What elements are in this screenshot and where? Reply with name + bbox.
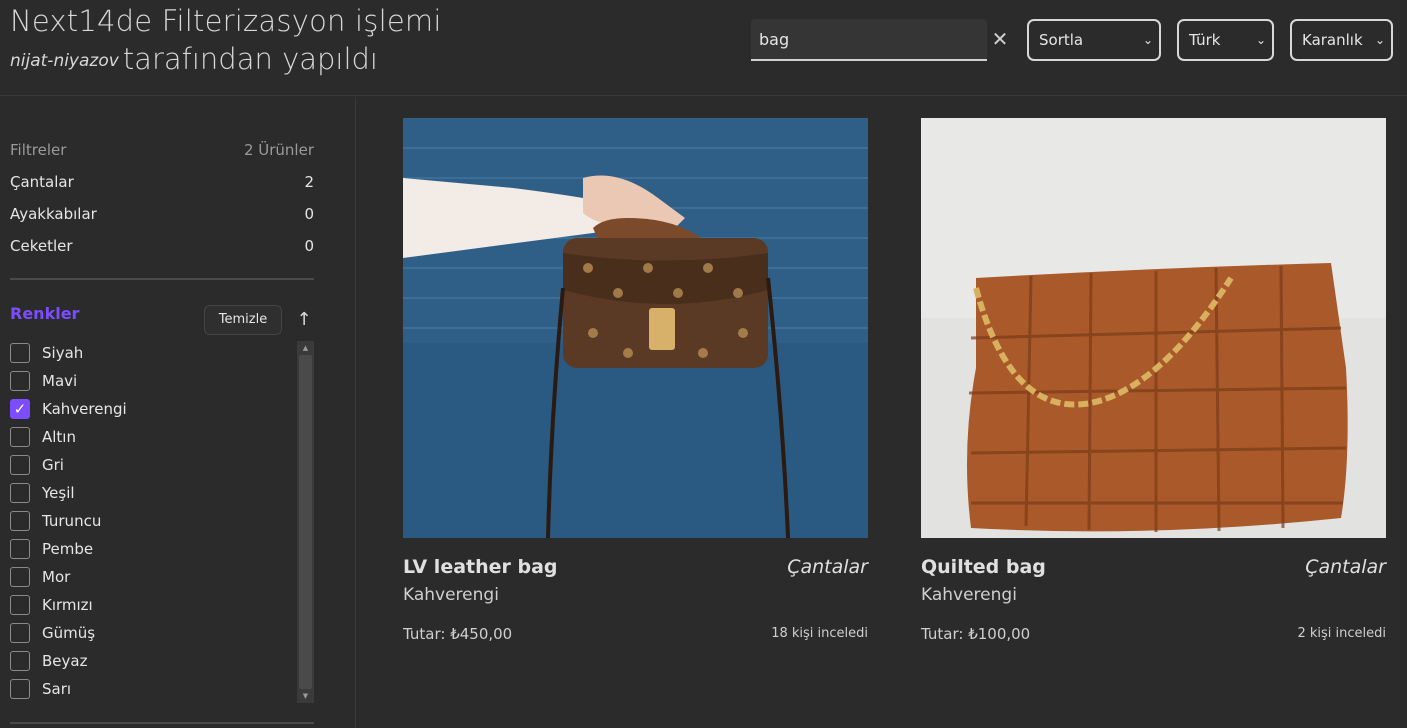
color-label: Yeşil bbox=[42, 484, 75, 502]
color-label: Turuncu bbox=[42, 512, 102, 530]
color-label: Kahverengi bbox=[42, 400, 127, 418]
category-label: Ayakkabılar bbox=[10, 205, 97, 223]
color-item-gumus[interactable]: Gümüş bbox=[10, 621, 296, 649]
colors-section-title: Renkler bbox=[10, 304, 80, 323]
color-item-mor[interactable]: Mor bbox=[10, 565, 296, 593]
checkbox[interactable] bbox=[10, 539, 30, 559]
product-color: Kahverengi bbox=[921, 585, 1017, 605]
chevron-down-icon: ⌄ bbox=[1142, 33, 1153, 47]
category-item-cantalar[interactable]: Çantalar 2 bbox=[10, 173, 314, 191]
search-input[interactable] bbox=[751, 19, 987, 59]
category-label: Ceketler bbox=[10, 237, 73, 255]
sort-select[interactable]: Sortla ⌄ bbox=[1027, 19, 1161, 61]
color-label: Mor bbox=[42, 568, 71, 586]
product-price: Tutar: ₺450,00 bbox=[403, 625, 513, 643]
checkbox[interactable] bbox=[10, 595, 30, 615]
search-field[interactable] bbox=[751, 19, 987, 61]
color-item-mavi[interactable]: Mavi bbox=[10, 369, 296, 397]
checkbox[interactable] bbox=[10, 567, 30, 587]
header: Next14de Filterizasyon işlemi nijat-niya… bbox=[0, 0, 1407, 96]
product-card[interactable]: Quilted bag Çantalar Kahverengi Tutar: ₺… bbox=[921, 118, 1386, 658]
products-count: 2 Ürünler bbox=[243, 141, 314, 159]
product-card[interactable]: LV leather bag Çantalar Kahverengi Tutar… bbox=[403, 118, 868, 658]
language-select[interactable]: Türk ⌄ bbox=[1177, 19, 1274, 61]
checkbox[interactable] bbox=[10, 427, 30, 447]
color-label: Sarı bbox=[42, 680, 72, 698]
chevron-down-icon: ⌄ bbox=[1255, 33, 1266, 47]
category-count: 2 bbox=[304, 173, 314, 191]
color-item-gri[interactable]: Gri bbox=[10, 453, 296, 481]
color-item-siyah[interactable]: Siyah bbox=[10, 341, 296, 369]
checkbox[interactable] bbox=[10, 651, 30, 671]
divider bbox=[10, 278, 314, 280]
category-item-ayakkabilar[interactable]: Ayakkabılar 0 bbox=[10, 205, 314, 223]
color-label: Siyah bbox=[42, 344, 84, 362]
scroll-down-icon[interactable]: ▼ bbox=[297, 689, 314, 703]
close-icon[interactable]: ✕ bbox=[989, 28, 1011, 50]
checkbox-checked[interactable]: ✓ bbox=[10, 399, 30, 419]
color-item-altin[interactable]: Altın bbox=[10, 425, 296, 453]
color-item-beyaz[interactable]: Beyaz bbox=[10, 649, 296, 677]
filters-header: Filtreler 2 Ürünler bbox=[10, 141, 314, 159]
product-category: Çantalar bbox=[787, 556, 868, 578]
product-views: 2 kişi inceledi bbox=[1297, 626, 1386, 641]
language-select-value: Türk bbox=[1189, 31, 1221, 49]
filter-sidebar: Filtreler 2 Ürünler Çantalar 2 Ayakkabıl… bbox=[0, 97, 356, 728]
checkbox[interactable] bbox=[10, 343, 30, 363]
product-price: Tutar: ₺100,00 bbox=[921, 625, 1031, 643]
theme-select[interactable]: Karanlık ⌄ bbox=[1290, 19, 1393, 61]
scroll-up-icon[interactable]: ▲ bbox=[297, 341, 314, 355]
product-category: Çantalar bbox=[1305, 556, 1386, 578]
product-name[interactable]: LV leather bag bbox=[403, 556, 558, 578]
clear-colors-button[interactable]: Temizle bbox=[204, 305, 282, 335]
color-label: Altın bbox=[42, 428, 76, 446]
checkbox[interactable] bbox=[10, 483, 30, 503]
arrow-up-icon[interactable]: ↑ bbox=[294, 307, 314, 333]
product-image[interactable] bbox=[403, 118, 868, 538]
color-item-kahverengi[interactable]: ✓ Kahverengi bbox=[10, 397, 296, 425]
product-views: 18 kişi inceledi bbox=[771, 626, 868, 641]
category-count: 0 bbox=[304, 237, 314, 255]
category-count: 0 bbox=[304, 205, 314, 223]
color-item-turuncu[interactable]: Turuncu bbox=[10, 509, 296, 537]
page-subtitle: nijat-niyazov tarafından yapıldı bbox=[10, 42, 378, 76]
product-photo-lv-bag bbox=[403, 118, 868, 538]
product-color: Kahverengi bbox=[403, 585, 499, 605]
author-name: nijat-niyazov bbox=[10, 51, 119, 71]
color-item-kirmizi[interactable]: Kırmızı bbox=[10, 593, 296, 621]
subtitle-text: tarafından yapıldı bbox=[122, 42, 378, 76]
checkbox[interactable] bbox=[10, 371, 30, 391]
color-label: Gümüş bbox=[42, 624, 96, 642]
product-photo-quilted-bag bbox=[921, 118, 1386, 538]
product-image[interactable] bbox=[921, 118, 1386, 538]
color-item-yesil[interactable]: Yeşil bbox=[10, 481, 296, 509]
color-label: Gri bbox=[42, 456, 64, 474]
color-filter-list: Siyah Mavi ✓ Kahverengi Altın Gri Yeşil … bbox=[10, 341, 296, 705]
color-item-sari[interactable]: Sarı bbox=[10, 677, 296, 705]
scroll-thumb[interactable] bbox=[299, 355, 312, 689]
checkmark-icon: ✓ bbox=[13, 400, 27, 418]
chevron-down-icon: ⌄ bbox=[1374, 33, 1385, 47]
color-label: Kırmızı bbox=[42, 596, 93, 614]
page-title: Next14de Filterizasyon işlemi bbox=[10, 4, 442, 38]
category-item-ceketler[interactable]: Ceketler 0 bbox=[10, 237, 314, 255]
filters-label: Filtreler bbox=[10, 141, 67, 159]
checkbox[interactable] bbox=[10, 679, 30, 699]
checkbox[interactable] bbox=[10, 623, 30, 643]
color-label: Beyaz bbox=[42, 652, 88, 670]
checkbox[interactable] bbox=[10, 455, 30, 475]
checkbox[interactable] bbox=[10, 511, 30, 531]
sort-select-value: Sortla bbox=[1039, 31, 1084, 49]
divider bbox=[10, 722, 314, 724]
color-label: Pembe bbox=[42, 540, 94, 558]
theme-select-value: Karanlık bbox=[1302, 31, 1363, 49]
product-name[interactable]: Quilted bag bbox=[921, 556, 1046, 578]
color-list-scrollbar[interactable]: ▲ ▼ bbox=[297, 341, 314, 703]
color-item-pembe[interactable]: Pembe bbox=[10, 537, 296, 565]
color-label: Mavi bbox=[42, 372, 78, 390]
category-label: Çantalar bbox=[10, 173, 74, 191]
